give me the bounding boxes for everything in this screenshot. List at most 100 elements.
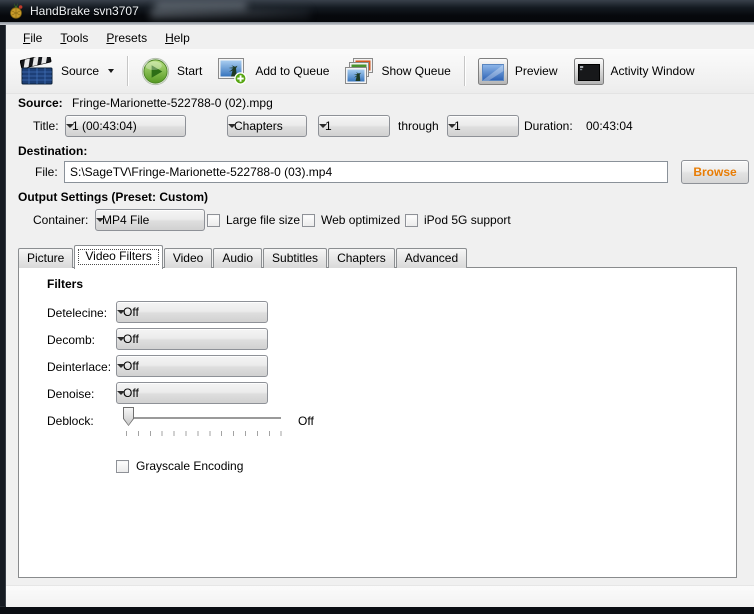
web-optimized-label: Web optimized [321,213,401,227]
background-window-ghost [150,8,310,19]
container-row: Container: MP4 File Large file size Web … [0,209,754,233]
ipod-5g-support-label: iPod 5G support [424,213,511,227]
tab-video[interactable]: Video [163,248,213,268]
play-icon [141,57,170,85]
container-select-value: MP4 File [102,213,150,227]
decomb-value: Off [123,332,139,346]
source-filename: Fringe-Marionette-522788-0 (02).mpg [72,96,273,110]
decomb-label: Decomb: [47,333,96,347]
denoise-select[interactable]: Off [116,382,268,404]
browse-button[interactable]: Browse [681,160,749,184]
grayscale-encoding-checkbox[interactable] [116,459,129,473]
large-file-size-checkbox[interactable] [207,213,220,227]
destination-file-row: File: Browse [0,160,754,185]
window-frame-left [0,25,6,614]
start-button-label: Start [177,64,203,78]
grayscale-encoding-label: Grayscale Encoding [136,459,244,473]
deblock-value: Off [298,414,314,428]
output-settings-heading: Output Settings (Preset: Custom) [18,190,209,204]
settings-tabs: Picture Video Filters Video Audio Subtit… [18,244,468,269]
chevron-down-icon [117,310,125,314]
toolbar-separator [127,56,129,86]
tab-video-filters[interactable]: Video Filters [74,245,163,269]
deblock-slider-track[interactable] [123,417,281,419]
tab-subtitles[interactable]: Subtitles [263,248,328,268]
ipod-5g-support-field[interactable]: iPod 5G support [405,213,511,227]
destination-file-input[interactable] [64,161,668,183]
deinterlace-label: Deinterlace: [47,360,112,374]
chapter-start-select[interactable]: 1 [318,115,390,137]
chevron-down-icon [96,218,104,222]
tab-picture[interactable]: Picture [18,248,74,268]
web-optimized-checkbox[interactable] [302,213,315,227]
video-filters-panel: Filters Detelecine: Off Decomb: Off Dein… [18,267,737,578]
toolbar: Source Start Add to Queue Show Queue Pre… [6,49,754,94]
terminal-icon [573,57,604,85]
show-queue-label: Show Queue [381,64,451,78]
ipod-5g-support-checkbox[interactable] [405,213,418,227]
chevron-down-icon [117,364,125,368]
chevron-down-icon [448,124,456,128]
tab-advanced[interactable]: Advanced [395,248,468,268]
chevron-down-icon [66,124,74,128]
large-file-size-field[interactable]: Large file size [207,213,300,227]
deblock-slider-ticks [126,431,282,436]
source-button-label: Source [61,64,100,78]
chapter-start-value: 1 [325,119,332,133]
chevron-down-icon [319,124,327,128]
chevron-down-icon [228,124,236,128]
tab-chapters-label: Chapters [337,251,386,265]
menu-item-tools[interactable]: Tools [51,28,97,48]
grayscale-encoding-field[interactable]: Grayscale Encoding [116,459,243,473]
deblock-slider-thumb[interactable] [123,407,134,426]
deblock-label: Deblock: [47,414,94,428]
destination-heading: Destination: [18,144,88,158]
web-optimized-field[interactable]: Web optimized [302,213,400,227]
menu-item-file[interactable]: File [14,28,51,48]
tab-chapters[interactable]: Chapters [328,248,395,268]
menu-item-presets[interactable]: Presets [97,28,156,48]
tab-audio[interactable]: Audio [213,248,263,268]
preview-button[interactable]: Preview [470,55,566,88]
detelecine-select[interactable]: Off [116,301,268,323]
container-select[interactable]: MP4 File [95,209,205,231]
chevron-down-icon [108,69,115,73]
duration-value: 00:43:04 [586,119,633,133]
deinterlace-select[interactable]: Off [116,355,268,377]
title-select[interactable]: 1 (00:43:04) [65,115,186,137]
add-to-queue-label: Add to Queue [255,64,330,78]
window-frame-bottom [0,606,754,614]
filters-heading: Filters [47,277,84,291]
status-bar [6,585,754,607]
titlebar-separator [0,22,754,25]
range-mode-select[interactable]: Chapters [227,115,307,137]
handbrake-logo-icon [10,3,23,19]
decomb-select[interactable]: Off [116,328,268,350]
menu-help-accel: H [165,31,174,45]
source-button[interactable]: Source [12,54,122,89]
activity-window-button[interactable]: Activity Window [566,55,703,88]
preview-label: Preview [514,64,558,78]
chevron-down-icon [117,337,125,341]
tab-video-label: Video [172,251,204,265]
menu-file-rest: ile [30,31,43,45]
range-mode-value: Chapters [234,119,283,133]
chapter-end-select[interactable]: 1 [447,115,519,137]
deblock-thumb-face [124,408,133,425]
menu-item-help[interactable]: Help [156,28,199,48]
duration-label: Duration: [524,119,573,133]
title-select-value: 1 (00:43:04) [72,119,137,133]
window-title: HandBrake svn3707 [30,4,139,18]
menu-tools-rest: ools [66,31,89,45]
detelecine-label: Detelecine: [47,306,108,320]
titlebar[interactable]: HandBrake svn3707 [0,0,754,22]
tab-audio-label: Audio [222,251,254,265]
add-to-queue-button[interactable]: Add to Queue [210,55,337,88]
show-queue-button[interactable]: Show Queue [337,55,458,88]
tab-subtitles-label: Subtitles [272,251,319,265]
file-label: File: [35,165,58,179]
toolbar-separator [463,56,465,86]
denoise-label: Denoise: [47,387,95,401]
tab-advanced-label: Advanced [404,251,459,265]
start-button[interactable]: Start [133,54,210,89]
